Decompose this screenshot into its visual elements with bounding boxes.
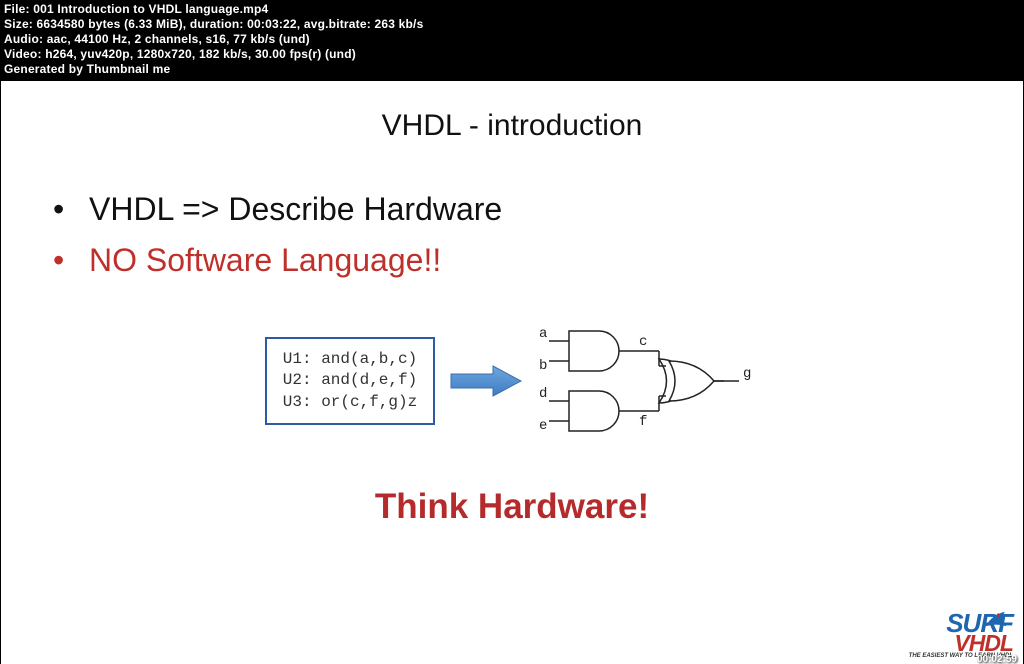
video-value: h264, yuv420p, 1280x720, 182 kb/s, 30.00…	[42, 47, 356, 61]
bullet-2: NO Software Language!!	[53, 242, 1023, 279]
gate-label-c: c	[639, 334, 647, 350]
size-label: Size:	[4, 17, 33, 31]
bullet-list: VHDL => Describe Hardware NO Software La…	[53, 191, 1023, 279]
gate-label-d: d	[539, 386, 547, 402]
code-line-3: U3: or(c,f,g)z	[283, 392, 417, 414]
logic-gates-diagram: a b c d e f g	[539, 321, 759, 441]
gate-label-e: e	[539, 418, 547, 434]
metadata-header: File: 001 Introduction to VHDL language.…	[0, 0, 1024, 81]
slide: VHDL - introduction VHDL => Describe Har…	[1, 81, 1023, 664]
arrow-icon	[447, 361, 527, 401]
gate-label-b: b	[539, 358, 547, 374]
code-line-1: U1: and(a,b,c)	[283, 349, 417, 371]
bullet-2-text: NO Software Language!!	[89, 242, 441, 279]
diagram-row: U1: and(a,b,c) U2: and(d,e,f) U3: or(c,f…	[1, 321, 1023, 441]
audio-value: aac, 44100 Hz, 2 channels, s16, 77 kb/s …	[43, 32, 310, 46]
file-value: 001 Introduction to VHDL language.mp4	[30, 2, 269, 16]
timestamp: 00:02:59	[977, 654, 1017, 664]
file-label: File:	[4, 2, 30, 16]
code-box: U1: and(a,b,c) U2: and(d,e,f) U3: or(c,f…	[265, 337, 435, 426]
gate-label-a: a	[539, 326, 547, 342]
code-line-2: U2: and(d,e,f)	[283, 370, 417, 392]
bullet-1: VHDL => Describe Hardware	[53, 191, 1023, 228]
bullet-1-text: VHDL => Describe Hardware	[89, 191, 502, 228]
surfer-icon	[983, 607, 1009, 631]
surf-vhdl-logo: SURF VHDL THE EASIEST WAY TO LEARN VHDL	[909, 612, 1013, 659]
audio-label: Audio:	[4, 32, 43, 46]
logo-line-2: VHDL	[909, 634, 1013, 654]
generated-by: Generated by Thumbnail me	[4, 62, 1020, 77]
size-value: 6634580 bytes (6.33 MiB), duration: 00:0…	[33, 17, 423, 31]
think-hardware: Think Hardware!	[1, 487, 1023, 527]
slide-title: VHDL - introduction	[1, 81, 1023, 143]
gate-label-g: g	[743, 366, 751, 382]
video-label: Video:	[4, 47, 42, 61]
gate-label-f: f	[639, 414, 647, 430]
